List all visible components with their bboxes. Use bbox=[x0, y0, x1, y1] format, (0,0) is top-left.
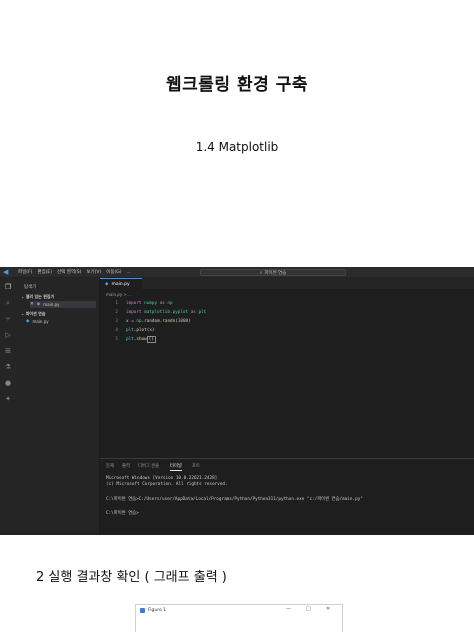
section-heading: 2 실행 결과창 확인 ( 그래프 출력 ) bbox=[36, 570, 227, 585]
code-line[interactable]: 1 import numpy as np bbox=[100, 300, 173, 307]
code-line[interactable]: 2 import matplotlib.pyplot as plt bbox=[100, 309, 206, 316]
open-editor-item[interactable]: ✕ ◆ main.py bbox=[30, 301, 96, 308]
python-file-icon: ◆ bbox=[105, 281, 109, 287]
close-icon[interactable]: ✕ bbox=[326, 606, 330, 612]
search-icon: ⌕ bbox=[259, 270, 263, 276]
tab-ports[interactable]: 포트 bbox=[192, 463, 200, 469]
extensions-icon[interactable]: ⊞ bbox=[3, 346, 13, 356]
line-number: 5 bbox=[115, 337, 118, 342]
tab-strip: ◆ main.py bbox=[100, 278, 474, 289]
matplotlib-icon bbox=[140, 607, 145, 613]
bottom-panel: 문제 출력 디버그 콘솔 터미널 포트 Microsoft Windows [V… bbox=[100, 458, 474, 535]
github-icon[interactable]: ● bbox=[3, 378, 13, 388]
terminal-prompt[interactable]: C:\파이썬 연습> bbox=[106, 510, 139, 516]
minimize-icon[interactable]: — bbox=[286, 606, 291, 612]
menu-selection[interactable]: 선택 영역(S) bbox=[57, 269, 81, 275]
folder-label: 파이썬 연습 bbox=[25, 311, 46, 316]
menu-more[interactable]: ... bbox=[127, 270, 131, 275]
tab-output[interactable]: 출력 bbox=[122, 463, 130, 469]
code-line[interactable]: 5 plt. show() bbox=[100, 336, 156, 343]
vscode-screenshot: ◀ 파일(F) 편집(E) 선택 영역(S) 보기(V) 이동(G) ... ⌕… bbox=[0, 267, 474, 535]
python-file-icon: ◆ bbox=[36, 302, 41, 307]
tab-label: main.py bbox=[111, 281, 130, 287]
code-token: as bbox=[190, 310, 199, 315]
code-token: ) bbox=[151, 328, 155, 333]
explorer-sidebar: 탐색기 ⌄ 열려 있는 편집기 ✕ ◆ main.py ⌄ 파이썬 연습 ◆ m… bbox=[16, 278, 100, 535]
terminal-line: C:\파이썬 연습>C:/Users/user/AppData/Local/Pr… bbox=[106, 497, 363, 502]
tab-terminal[interactable]: 터미널 bbox=[170, 463, 182, 471]
menu-view[interactable]: 보기(V) bbox=[86, 269, 101, 275]
explorer-title: 탐색기 bbox=[24, 285, 37, 290]
code-token: plt bbox=[198, 310, 207, 315]
code-token: as bbox=[159, 301, 168, 306]
search-box-text: 파이썬 연습 bbox=[264, 270, 287, 276]
line-number: 1 bbox=[115, 301, 118, 306]
python-file-icon: ◆ bbox=[26, 319, 30, 324]
activity-bar: ❐ ⌕ ⑂ ▷ ⊞ ⚗ ● ✦ bbox=[0, 278, 16, 535]
menu-file[interactable]: 파일(F) bbox=[18, 269, 32, 275]
code-token: plt bbox=[126, 328, 134, 333]
open-editors-section[interactable]: ⌄ 열려 있는 편집기 bbox=[21, 294, 54, 300]
code-token: show bbox=[136, 337, 147, 342]
python-icon[interactable]: ✦ bbox=[3, 394, 13, 404]
menu-go[interactable]: 이동(G) bbox=[106, 269, 121, 275]
code-token: plot bbox=[136, 328, 147, 333]
testing-icon[interactable]: ⚗ bbox=[3, 362, 13, 372]
code-token: np bbox=[167, 301, 173, 306]
terminal-line: Microsoft Windows [Version 10.0.22621.24… bbox=[106, 476, 218, 481]
code-token: import bbox=[126, 301, 145, 306]
source-control-icon[interactable]: ⑂ bbox=[3, 314, 13, 324]
code-token: ) bbox=[188, 319, 191, 324]
tab-debug-console[interactable]: 디버그 콘솔 bbox=[138, 463, 159, 469]
terminal-line: (c) Microsoft Corporation. All rights re… bbox=[106, 482, 228, 487]
folder-file-item[interactable]: ◆ main.py bbox=[26, 318, 92, 325]
tab-problems[interactable]: 문제 bbox=[106, 463, 114, 469]
vscode-logo-icon: ◀ bbox=[3, 267, 9, 276]
figure-title: Figure 1 bbox=[148, 607, 167, 613]
code-token: randn bbox=[162, 319, 176, 324]
line-number: 2 bbox=[115, 310, 118, 315]
code-token: () bbox=[146, 336, 156, 343]
code-token: 1000 bbox=[177, 319, 189, 324]
search-view-icon[interactable]: ⌕ bbox=[3, 298, 13, 308]
code-line[interactable]: 3x = np .random. randn(1000) bbox=[100, 318, 191, 325]
code-token: matplotlib.pyplot bbox=[144, 310, 191, 315]
open-editor-filename: main.py bbox=[43, 302, 60, 307]
maximize-icon[interactable]: □ bbox=[306, 606, 311, 612]
close-icon[interactable]: ✕ bbox=[30, 302, 34, 307]
code-token: numpy bbox=[144, 301, 160, 306]
code-token: plt bbox=[126, 337, 134, 342]
open-editors-label: 열려 있는 편집기 bbox=[25, 294, 55, 299]
document-subtitle: 1.4 Matplotlib bbox=[195, 140, 279, 154]
code-token: .random. bbox=[141, 319, 163, 324]
figure-title-bar: Figure 1 — □ ✕ bbox=[136, 605, 342, 615]
tab-main-py[interactable]: ◆ main.py bbox=[100, 278, 142, 289]
line-number: 4 bbox=[115, 328, 118, 333]
menu-edit[interactable]: 편집(E) bbox=[37, 269, 52, 275]
breadcrumb[interactable]: main.py > ... bbox=[106, 292, 132, 297]
folder-filename: main.py bbox=[32, 319, 49, 324]
folder-section[interactable]: ⌄ 파이썬 연습 bbox=[21, 311, 46, 317]
code-token: import bbox=[126, 310, 145, 315]
run-debug-icon[interactable]: ▷ bbox=[3, 330, 13, 340]
line-number: 3 bbox=[115, 319, 118, 324]
code-line[interactable]: 4 plt. plot(x) bbox=[100, 327, 155, 334]
explorer-icon[interactable]: ❐ bbox=[3, 282, 13, 292]
document-title: 웹크롤링 환경 구축 bbox=[166, 75, 308, 95]
figure-window: Figure 1 — □ ✕ bbox=[135, 604, 343, 632]
title-bar: ◀ 파일(F) 편집(E) 선택 영역(S) 보기(V) 이동(G) ... ⌕… bbox=[0, 267, 474, 278]
command-search-box[interactable]: ⌕ 파이썬 연습 bbox=[200, 269, 346, 276]
editor-area: ◆ main.py main.py > ... 1 import numpy as… bbox=[100, 278, 474, 458]
